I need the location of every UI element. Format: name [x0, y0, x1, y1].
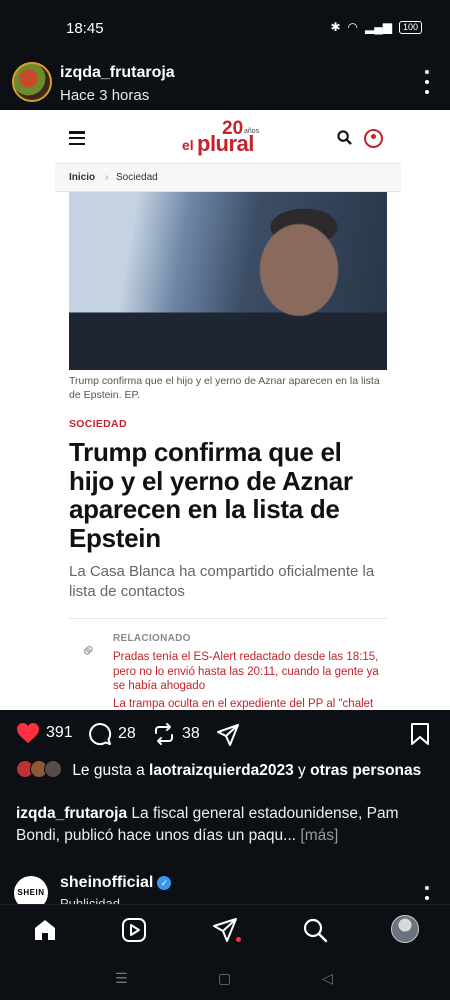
back-icon[interactable]: ◁ — [322, 970, 333, 987]
clock: 18:45 — [66, 20, 104, 37]
status-bar: 18:45 ✱ ◠ ▂▄▆ 100 — [0, 0, 450, 46]
more-options-icon[interactable] — [424, 70, 430, 94]
likes-others[interactable]: otras personas — [310, 762, 421, 779]
battery-icon: 100 — [398, 20, 422, 34]
bluetooth-icon: ✱ — [330, 20, 341, 34]
sponsored-label: Publicidad — [60, 896, 120, 904]
article-subheadline: La Casa Blanca ha compartido oficialment… — [69, 563, 375, 600]
comment-action[interactable]: 28 — [88, 722, 136, 746]
related-box: ⚭ RELACIONADO Pradas tenía el ES-Alert r… — [69, 618, 387, 710]
hamburger-menu-icon — [69, 131, 85, 145]
article-screenshot: 20 años el plural Inicio › Sociedad Trum… — [55, 110, 401, 710]
liker-avatars — [16, 760, 68, 778]
liker-username[interactable]: laotraizquierda2023 — [149, 762, 294, 779]
comment-count: 28 — [118, 725, 136, 742]
next-post-header: SHEIN sheinofficial ✓ Publicidad — [0, 872, 450, 904]
likes-prefix: Le gusta a — [72, 762, 150, 779]
signal-icon: ▂▄▆ — [365, 20, 392, 34]
wifi-icon: ◠ — [347, 20, 358, 34]
post-time: Hace 3 horas — [60, 87, 150, 104]
liker-avatar — [44, 760, 62, 778]
profile-avatar[interactable] — [391, 915, 419, 943]
logo-main: plural — [197, 131, 254, 156]
send-icon[interactable] — [212, 917, 238, 943]
repost-count: 38 — [182, 725, 200, 742]
next-post-avatar[interactable]: SHEIN — [14, 876, 48, 904]
repost-arrows-icon[interactable] — [152, 722, 176, 746]
next-post-username-text: sheinofficial — [60, 874, 154, 891]
repost-action[interactable]: 38 — [152, 722, 200, 746]
post-actions: 391 28 38 — [0, 716, 450, 756]
search-icon — [337, 130, 352, 145]
status-icons: ✱ ◠ ▂▄▆ 100 — [330, 20, 422, 34]
caption-username[interactable]: izqda_frutaroja — [16, 805, 127, 822]
search-icon[interactable] — [302, 917, 328, 943]
post-username[interactable]: izqda_frutaroja — [60, 64, 175, 82]
bookmark-icon[interactable] — [410, 722, 430, 746]
post-header: izqda_frutaroja Hace 3 horas — [0, 56, 450, 110]
post-caption[interactable]: izqda_frutaroja La fiscal general estado… — [16, 803, 436, 847]
article-headline: Trump confirma que el hijo y el yerno de… — [69, 437, 353, 553]
next-post-username[interactable]: sheinofficial ✓ — [60, 874, 172, 892]
recent-apps-icon[interactable]: ☰ — [115, 970, 128, 987]
reels-icon[interactable] — [121, 917, 147, 943]
photo-caption: Trump confirma que el hijo y el yerno de… — [69, 375, 380, 401]
home-icon[interactable] — [32, 917, 58, 943]
like-action[interactable]: 391 — [16, 722, 73, 744]
breadcrumb-separator: › — [105, 172, 109, 183]
breadcrumb-home: Inicio — [69, 172, 96, 183]
related-item: La trampa oculta en el expediente del PP… — [113, 698, 374, 710]
like-count: 391 — [46, 724, 73, 741]
link-icon: ⚭ — [75, 637, 103, 665]
section-label: SOCIEDAD — [69, 418, 127, 430]
paper-plane-icon[interactable] — [216, 723, 240, 747]
more-options-icon[interactable] — [424, 886, 430, 904]
related-item: Pradas tenía el ES-Alert redactado desde… — [113, 651, 379, 692]
caption-more-link[interactable]: [más] — [296, 827, 338, 844]
post-image[interactable]: 20 años el plural Inicio › Sociedad Trum… — [0, 110, 450, 710]
logo-prefix: el — [182, 137, 194, 153]
breadcrumb: Inicio › Sociedad — [55, 164, 401, 192]
article-photo — [69, 192, 387, 370]
heart-filled-icon[interactable] — [16, 722, 40, 744]
related-label: RELACIONADO — [113, 633, 191, 644]
user-avatar[interactable] — [12, 62, 52, 102]
bottom-nav — [0, 904, 450, 954]
notification-dot — [236, 937, 241, 942]
breadcrumb-section: Sociedad — [116, 172, 158, 183]
likes-summary[interactable]: Le gusta a laotraizquierda2023 y otras p… — [16, 760, 436, 781]
verified-badge-icon: ✓ — [157, 876, 172, 890]
site-header: 20 años el plural — [55, 110, 401, 164]
account-icon — [364, 129, 383, 148]
system-nav: ☰ ▢ ◁ — [0, 954, 450, 1000]
likes-connector: y — [293, 762, 311, 779]
home-button-icon[interactable]: ▢ — [218, 970, 231, 987]
comment-bubble-icon[interactable] — [88, 722, 112, 746]
